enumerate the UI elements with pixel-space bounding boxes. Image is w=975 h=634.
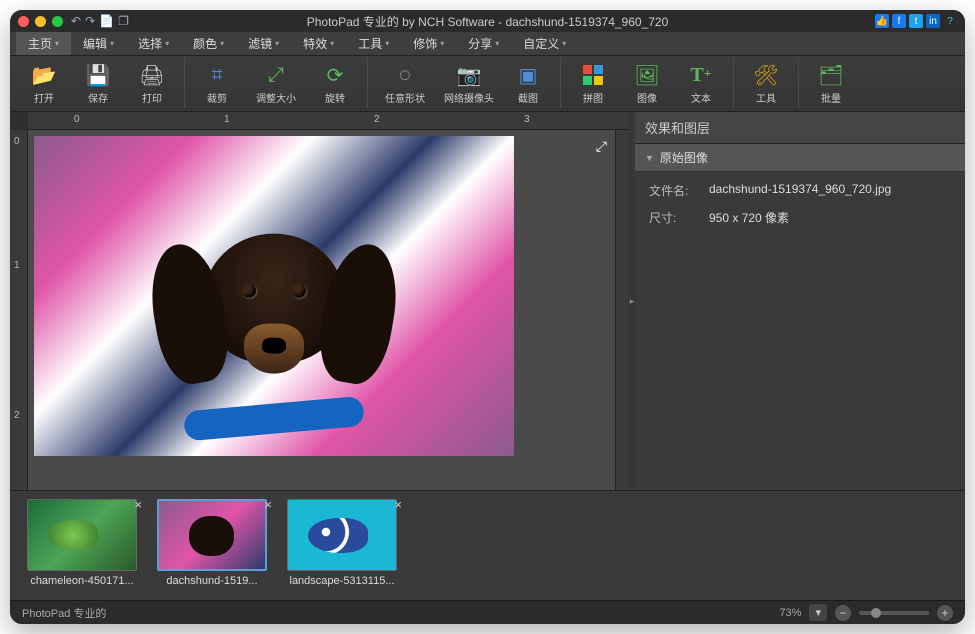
canvas-image[interactable]: [34, 136, 514, 456]
crop-button[interactable]: ⌗裁剪: [191, 58, 243, 109]
thumbnail-label: landscape-5313115...: [290, 575, 395, 587]
menu-select[interactable]: 选择▾: [126, 32, 181, 55]
panel-body: 文件名: dachshund-1519374_960_720.jpg 尺寸: 9…: [635, 172, 965, 246]
batch-icon: 🗂: [818, 62, 844, 88]
menu-custom[interactable]: 自定义▾: [511, 32, 578, 55]
rotate-button[interactable]: ⟳旋转: [309, 58, 361, 109]
facebook-icon[interactable]: f: [892, 14, 906, 28]
thumbnail-image[interactable]: [27, 499, 137, 571]
menu-edit[interactable]: 编辑▾: [71, 32, 126, 55]
folder-open-icon: 📂: [31, 62, 57, 88]
batch-button[interactable]: 🗂批量: [805, 58, 857, 109]
thumbnail-item[interactable]: × chameleon-450171...: [22, 499, 142, 592]
lasso-icon: ◌: [392, 62, 418, 88]
canvas-area[interactable]: ⤢: [28, 130, 615, 490]
image-icon: 🖼: [634, 62, 660, 88]
printer-icon: 🖨: [139, 62, 165, 88]
save-icon: 💾: [85, 62, 111, 88]
menu-home[interactable]: 主页▾: [16, 32, 71, 55]
ruler-vertical: 0 1 2: [10, 130, 28, 490]
freeform-button[interactable]: ◌任意形状: [374, 58, 436, 109]
window-minimize-button[interactable]: [35, 16, 46, 27]
webcam-button[interactable]: 📷网络摄像头: [438, 58, 500, 109]
panel-section-original[interactable]: ▼ 原始图像: [635, 144, 965, 172]
help-icon[interactable]: ?: [943, 14, 957, 28]
menu-effects[interactable]: 特效▾: [291, 32, 346, 55]
zoom-controls: 73% ▾ − +: [779, 604, 953, 621]
menu-color[interactable]: 颜色▾: [181, 32, 236, 55]
titlebar: ↶ ↷ 📄 ❐ PhotoPad 专业的 by NCH Software - d…: [10, 10, 965, 32]
main-area: 0 1 2 3 0 1 2: [10, 112, 965, 490]
window-title: PhotoPad 专业的 by NCH Software - dachshund…: [10, 13, 965, 30]
toolbar: 📂打开 💾保存 🖨打印 ⌗裁剪 ⤢调整大小 ⟳旋转 ◌任意形状 📷网络摄像头 ▣…: [10, 56, 965, 112]
filename-value: dachshund-1519374_960_720.jpg: [709, 182, 951, 199]
chevron-down-icon: ▼: [645, 153, 654, 163]
menu-tools[interactable]: 工具▾: [346, 32, 401, 55]
menu-filter[interactable]: 滤镜▾: [236, 32, 291, 55]
tools-button[interactable]: 🛠工具: [740, 58, 792, 109]
thumbnail-label: dachshund-1519...: [166, 575, 257, 587]
menubar: 主页▾ 编辑▾ 选择▾ 颜色▾ 滤镜▾ 特效▾ 工具▾ 修饰▾ 分享▾ 自定义▾: [10, 32, 965, 56]
collage-icon: [580, 62, 606, 88]
side-panel: 效果和图层 ▼ 原始图像 文件名: dachshund-1519374_960_…: [635, 112, 965, 490]
rotate-icon: ⟳: [322, 62, 348, 88]
screenshot-button[interactable]: ▣截图: [502, 58, 554, 109]
save-button[interactable]: 💾保存: [72, 58, 124, 109]
linkedin-icon[interactable]: in: [926, 14, 940, 28]
zoom-out-button[interactable]: −: [835, 605, 851, 621]
copy-icon[interactable]: ❐: [118, 14, 129, 28]
wrench-icon: 🛠: [753, 62, 779, 88]
twitter-icon[interactable]: t: [909, 14, 923, 28]
status-app-name: PhotoPad 专业的: [22, 605, 106, 621]
collage-button[interactable]: 拼图: [567, 58, 619, 109]
open-button[interactable]: 📂打开: [18, 58, 70, 109]
fullscreen-icon[interactable]: ⤢: [596, 138, 607, 155]
editor: 0 1 2 3 0 1 2: [10, 112, 629, 490]
crop-icon: ⌗: [204, 62, 230, 88]
window-maximize-button[interactable]: [52, 16, 63, 27]
close-icon[interactable]: ×: [134, 497, 142, 512]
zoom-slider[interactable]: [859, 611, 929, 615]
ruler-horizontal: 0 1 2 3: [28, 112, 629, 130]
text-icon: T+: [688, 62, 714, 88]
undo-icon[interactable]: ↶: [71, 14, 81, 28]
screenshot-icon: ▣: [515, 62, 541, 88]
thumbnail-image[interactable]: [157, 499, 267, 571]
dimension-value: 950 x 720 像素: [709, 209, 951, 226]
menu-retouch[interactable]: 修饰▾: [401, 32, 456, 55]
app-window: ↶ ↷ 📄 ❐ PhotoPad 专业的 by NCH Software - d…: [10, 10, 965, 624]
thumbnail-strip: × chameleon-450171... × dachshund-1519..…: [10, 490, 965, 600]
thumbs-up-icon[interactable]: 👍: [875, 14, 889, 28]
thumbnail-item[interactable]: × dachshund-1519...: [152, 499, 272, 592]
doc-icon[interactable]: 📄: [99, 14, 114, 28]
print-button[interactable]: 🖨打印: [126, 58, 178, 109]
thumbnail-item[interactable]: × landscape-5313115...: [282, 499, 402, 592]
webcam-icon: 📷: [456, 62, 482, 88]
window-close-button[interactable]: [18, 16, 29, 27]
resize-icon: ⤢: [263, 62, 289, 88]
zoom-value: 73%: [779, 607, 801, 619]
thumbnail-label: chameleon-450171...: [30, 575, 133, 587]
close-icon[interactable]: ×: [394, 497, 402, 512]
vertical-scrollbar[interactable]: [615, 130, 629, 490]
close-icon[interactable]: ×: [264, 497, 272, 512]
filename-label: 文件名:: [649, 182, 709, 199]
statusbar: PhotoPad 专业的 73% ▾ − +: [10, 600, 965, 624]
thumbnail-image[interactable]: [287, 499, 397, 571]
menu-share[interactable]: 分享▾: [456, 32, 511, 55]
zoom-dropdown[interactable]: ▾: [809, 604, 827, 621]
image-button[interactable]: 🖼图像: [621, 58, 673, 109]
resize-button[interactable]: ⤢调整大小: [245, 58, 307, 109]
redo-icon[interactable]: ↷: [85, 14, 95, 28]
zoom-in-button[interactable]: +: [937, 605, 953, 621]
text-button[interactable]: T+文本: [675, 58, 727, 109]
panel-title: 效果和图层: [635, 112, 965, 144]
dimension-label: 尺寸:: [649, 209, 709, 226]
